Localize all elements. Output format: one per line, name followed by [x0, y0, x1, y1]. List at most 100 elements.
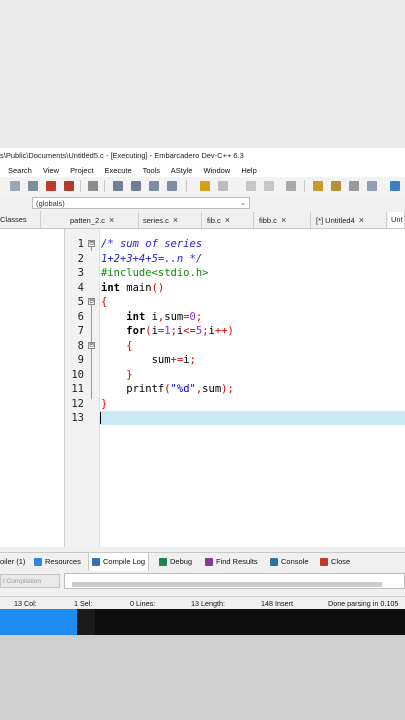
undo-icon[interactable] — [200, 181, 210, 191]
close-icon — [320, 558, 328, 567]
menu-search[interactable]: Search — [8, 166, 32, 175]
code-token: ++) — [214, 325, 234, 337]
code-token: i — [145, 310, 158, 323]
redo-icon[interactable] — [218, 181, 228, 191]
code-text: { — [101, 295, 107, 310]
code-text: } — [101, 368, 132, 383]
menu-execute[interactable]: Execute — [105, 166, 132, 175]
code-line[interactable]: 4 int main() — [66, 281, 405, 296]
tab-classes[interactable]: Classes — [0, 211, 41, 228]
code-line[interactable]: 6 int i,sum=0; — [66, 310, 405, 325]
code-line[interactable]: 3 #include<stdio.h> — [66, 266, 405, 281]
console-icon — [270, 558, 278, 567]
file-tab-untitled5[interactable]: Unt — [388, 212, 405, 228]
code-text: 1+2+3+4+5=..n */ — [101, 252, 202, 267]
close-icon[interactable]: × — [173, 215, 178, 225]
console-tab-label: Console — [281, 557, 309, 566]
code-token: printf — [101, 383, 165, 395]
save-icon[interactable] — [10, 181, 20, 191]
abort-compilation-button[interactable]: t Compilation — [0, 574, 60, 588]
fold-toggle-icon[interactable]: ⊟ — [88, 298, 95, 305]
code-line[interactable]: 13 — [66, 411, 405, 426]
taskbar-progress[interactable] — [0, 609, 77, 635]
menu-help[interactable]: Help — [241, 166, 256, 175]
code-line[interactable]: 7 for(i=1;i<=5;i++) — [66, 324, 405, 339]
file-tab-fib[interactable]: fib.c × — [204, 212, 254, 228]
devcpp-window: s\Public\Documents\Untitled5.c - [Execut… — [0, 148, 405, 635]
tab-debug[interactable]: Debug — [159, 553, 192, 571]
taskbar-item[interactable] — [77, 609, 95, 635]
find-next-icon[interactable] — [149, 181, 159, 191]
code-text: printf("%d",sum); — [101, 382, 234, 397]
find-icon[interactable] — [113, 181, 123, 191]
menu-project[interactable]: Project — [70, 166, 93, 175]
menu-tools[interactable]: Tools — [143, 166, 161, 175]
replace-icon[interactable] — [131, 181, 141, 191]
class-browser-panel[interactable] — [0, 229, 65, 547]
goto-line-icon[interactable] — [167, 181, 177, 191]
back-icon[interactable] — [246, 181, 256, 191]
file-tab-patten2[interactable]: patten_2.c × — [67, 212, 139, 228]
bottom-panel-tabs: oiler (1) Resources Compile Log Debug Fi… — [0, 552, 405, 572]
debug-tab-label: Debug — [170, 557, 193, 566]
line-number: 1 — [77, 238, 84, 250]
line-number: 8 — [77, 339, 84, 352]
code-line[interactable]: 2 1+2+3+4+5=..n */ — [66, 252, 405, 267]
file-tab-fibb[interactable]: fibb.c × — [256, 212, 311, 228]
tab-compile-log[interactable]: Compile Log — [88, 553, 150, 571]
code-line[interactable]: 12} — [66, 397, 405, 412]
tab-close[interactable]: Close — [320, 553, 350, 571]
close-icon[interactable]: × — [109, 215, 114, 225]
file-tab-series[interactable]: series.c × — [140, 212, 202, 228]
check-icon[interactable] — [390, 181, 400, 191]
line-number: 7 — [77, 325, 84, 337]
close-file-icon[interactable] — [46, 181, 56, 191]
options-icon[interactable] — [349, 181, 359, 191]
tabs-bar: Classes patten_2.c × series.c × fib.c × fib… — [0, 211, 405, 229]
close-all-icon[interactable] — [64, 181, 74, 191]
save-all-icon[interactable] — [28, 181, 38, 191]
profile-icon[interactable] — [367, 181, 377, 191]
code-token: { — [126, 339, 133, 352]
close-icon[interactable]: × — [359, 215, 364, 225]
tab-compiler[interactable]: oiler (1) — [0, 553, 25, 571]
tab-find-results[interactable]: Find Results — [205, 553, 258, 571]
code-line[interactable]: 1 ⊟ /* sum of series — [66, 237, 405, 252]
code-line[interactable]: 5 ⊟ { — [66, 295, 405, 310]
code-token: for — [126, 325, 146, 337]
code-line[interactable]: 8 ⊟ { — [66, 339, 405, 354]
close-icon[interactable]: × — [281, 215, 286, 225]
toolbar-separator — [80, 180, 81, 192]
forward-icon[interactable] — [264, 181, 274, 191]
file-tab-label: fib.c — [207, 216, 221, 225]
scope-dropdown[interactable]: (globals) ⌄ — [32, 197, 250, 209]
file-tab-label: Unt — [391, 215, 403, 224]
new-class-icon[interactable] — [313, 181, 323, 191]
print-icon[interactable] — [88, 181, 98, 191]
code-text: int main() — [101, 281, 164, 296]
code-line[interactable]: 10 } — [66, 368, 405, 383]
menu-astyle[interactable]: AStyle — [171, 166, 193, 175]
tab-resources[interactable]: Resources — [34, 553, 81, 571]
code-line[interactable]: 9 sum+=i; — [66, 353, 405, 368]
code-editor[interactable]: 1 ⊟ /* sum of series 2 1+2+3+4+5=..n */ 3 #inc… — [66, 229, 405, 547]
menu-window[interactable]: Window — [204, 166, 231, 175]
new-project-icon[interactable] — [331, 181, 341, 191]
fold-toggle-icon[interactable]: ⊟ — [88, 341, 95, 349]
menu-view[interactable]: View — [43, 166, 59, 175]
bookmark-icon[interactable] — [286, 181, 296, 191]
tab-console[interactable]: Console — [270, 553, 309, 571]
close-icon[interactable]: × — [225, 215, 230, 225]
code-text: #include<stdio.h> — [101, 266, 208, 281]
line-number: 11 — [71, 383, 84, 395]
horizontal-scrollbar[interactable] — [72, 582, 382, 587]
close-tab-label: Close — [331, 557, 351, 566]
code-text: sum+=i; — [101, 353, 196, 368]
compile-log-tab-label: Compile Log — [103, 557, 146, 566]
bottom-blank-area — [0, 635, 405, 720]
fold-toggle-icon[interactable]: ⊟ — [88, 240, 95, 247]
code-line[interactable]: 11 printf("%d",sum); — [66, 382, 405, 397]
file-tab-untitled4[interactable]: [*] Untitled4 × — [313, 212, 387, 228]
code-token: ; — [189, 354, 196, 366]
